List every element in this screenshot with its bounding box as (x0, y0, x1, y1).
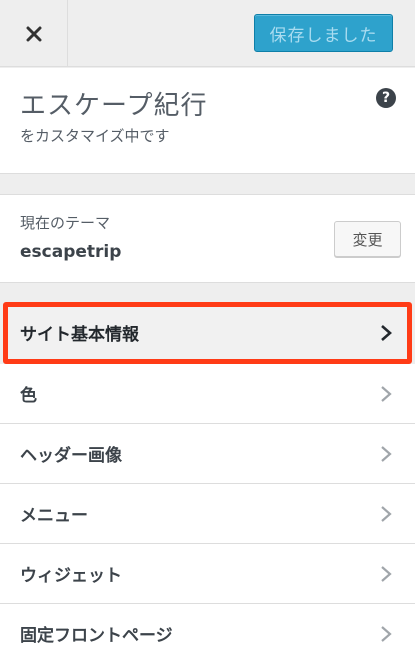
chevron-right-icon (381, 565, 392, 582)
site-title: エスケープ紀行 (20, 91, 208, 121)
current-theme-label: 現在のテーマ (20, 214, 111, 232)
chevron-right-icon (381, 324, 392, 341)
section-menus[interactable]: メニュー (0, 484, 415, 544)
close-icon (26, 26, 41, 41)
site-title-panel: エスケープ紀行 をカスタマイズ中です ? (0, 68, 415, 174)
chevron-right-icon (381, 505, 392, 522)
section-site-identity[interactable]: サイト基本情報 (3, 302, 412, 364)
customizing-subtitle: をカスタマイズ中です (20, 127, 170, 145)
section-label: メニュー (20, 506, 88, 526)
section-label: サイト基本情報 (20, 325, 139, 345)
current-theme-panel: 現在のテーマ escapetrip 変更 (0, 194, 415, 283)
chevron-right-icon (381, 445, 392, 462)
save-button[interactable]: 保存しました (254, 14, 393, 52)
help-icon[interactable]: ? (376, 88, 396, 108)
change-theme-button[interactable]: 変更 (334, 221, 401, 257)
section-header-image[interactable]: ヘッダー画像 (0, 424, 415, 484)
section-widgets[interactable]: ウィジェット (0, 544, 415, 604)
section-static-front-page[interactable]: 固定フロントページ (0, 604, 415, 661)
section-label: 色 (20, 386, 37, 406)
chevron-right-icon (381, 385, 392, 402)
section-list: サイト基本情報 色 ヘッダー画像 メニュー ウィジェット 固定フロントページ (0, 302, 415, 661)
customizer-panel: 保存しました エスケープ紀行 をカスタマイズ中です ? 現在のテーマ escap… (0, 0, 415, 661)
theme-name: escapetrip (20, 242, 122, 262)
customizer-header: 保存しました (0, 0, 415, 67)
chevron-right-icon (381, 625, 392, 642)
close-button[interactable] (0, 0, 68, 67)
section-label: ウィジェット (20, 566, 122, 586)
section-label: 固定フロントページ (20, 626, 173, 646)
section-colors[interactable]: 色 (0, 364, 415, 424)
section-label: ヘッダー画像 (20, 446, 122, 466)
